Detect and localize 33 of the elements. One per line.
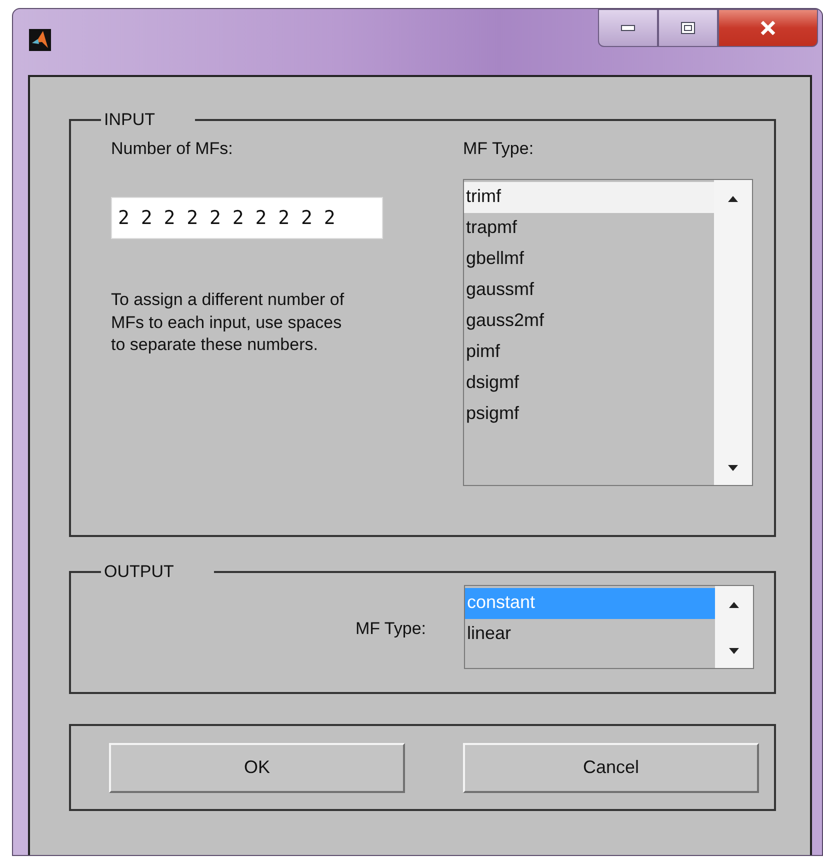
list-label: MF Type: [463,139,535,160]
list-item[interactable]: trimf [464,182,714,213]
minimize-button[interactable] [598,9,658,47]
close-icon [760,21,776,35]
app-icon [29,29,51,51]
scroll-up-icon[interactable] [728,196,738,202]
ok-button[interactable]: OK [109,742,405,792]
list-item[interactable]: gbellmf [464,244,714,275]
list-item[interactable]: gauss2mf [464,306,714,337]
list-label: MF Type: [354,618,426,639]
cancel-button[interactable]: Cancel [463,742,759,792]
close-button[interactable] [718,9,818,47]
scroll-up-icon[interactable] [729,602,739,608]
mf-type-list[interactable]: trimf trapmf gbellmf gaussmf gauss2mf pimf dsigmf psigmf [463,179,753,486]
list-item[interactable]: linear [465,619,715,650]
maximize-button[interactable] [658,9,718,47]
list-item[interactable]: psigmf [464,399,714,430]
output-type-list[interactable]: constant linear [464,585,754,669]
group-title: INPUT [103,111,156,129]
list-item[interactable]: gaussmf [464,275,714,306]
scroll-down-icon[interactable] [728,465,738,471]
field-label: Number of MFs: [111,139,234,160]
list-item[interactable]: dsigmf [464,368,714,399]
scrollbar[interactable] [715,586,753,668]
list-item[interactable]: trapmf [464,213,714,244]
list-item[interactable]: pimf [464,337,714,368]
hint-text: To assign a different number of MFs to each input, use spaces to separate these numbers. [111,289,346,356]
scroll-down-icon[interactable] [729,648,739,654]
scrollbar[interactable] [714,180,752,485]
group-title: OUTPUT [103,563,175,581]
maximize-icon [681,22,695,34]
minimize-icon [621,25,635,31]
mf-count-field[interactable]: 2 2 2 2 2 2 2 2 2 2 [111,197,383,239]
